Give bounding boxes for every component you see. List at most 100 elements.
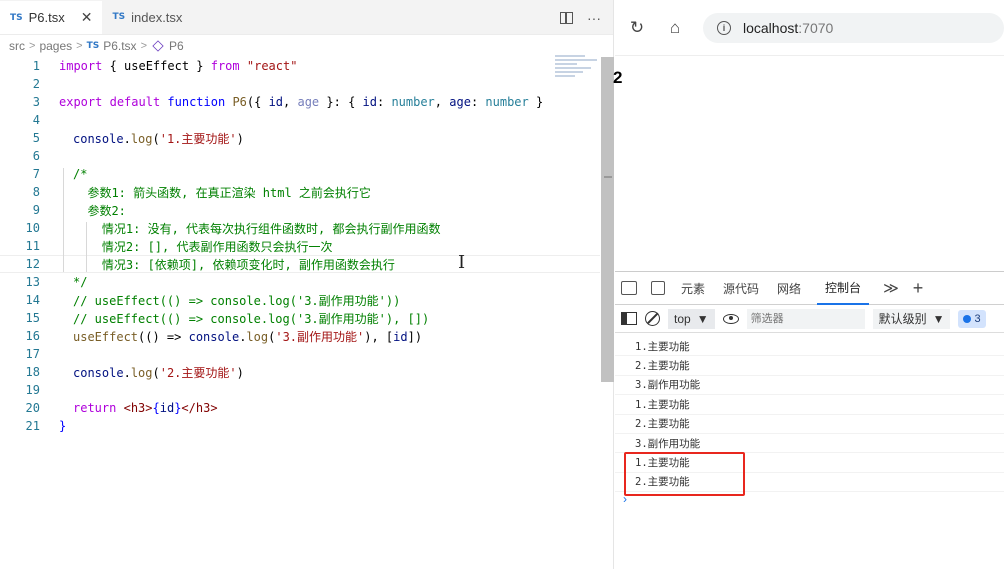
code-text: console.log('2.主要功能') xyxy=(73,365,244,380)
code-line: 18 console.log('2.主要功能') xyxy=(0,363,600,381)
code-line: 9 参数2: xyxy=(0,201,600,219)
code-text: // useEffect(() => console.log('3.副作用功能'… xyxy=(73,293,401,308)
device-toolbar-icon[interactable] xyxy=(651,281,665,295)
tab-sources[interactable]: 源代码 xyxy=(721,272,761,305)
clear-console-icon[interactable] xyxy=(645,311,660,326)
sidebar-toggle-icon[interactable] xyxy=(621,312,637,325)
chevron-right-icon: > xyxy=(29,40,36,52)
line-number: 5 xyxy=(32,131,40,145)
line-number: 20 xyxy=(25,401,40,415)
code-line: 16 useEffect(() => console.log('3.副作用功能'… xyxy=(0,327,600,345)
line-number: 17 xyxy=(25,347,40,361)
code-text: } xyxy=(59,419,67,433)
issues-count: 3 xyxy=(974,312,981,325)
indent-guide xyxy=(63,168,64,272)
inspect-element-icon[interactable] xyxy=(621,281,637,295)
issues-badge[interactable]: 3 xyxy=(958,309,986,328)
line-number: 15 xyxy=(25,311,40,325)
code-line-current: 12 情况3: [依赖项], 依赖项变化时, 副作用函数会执行 xyxy=(0,255,600,273)
devtools-panel: 元素 源代码 网络 控制台 ≫ + top ▼ 默认级别 ▼ 3 xyxy=(615,271,1004,569)
scrollbar-marker xyxy=(604,176,612,178)
url-field[interactable]: i localhost:7070 xyxy=(703,12,1004,43)
line-number: 11 xyxy=(25,239,40,253)
breadcrumb-item[interactable]: P6 xyxy=(169,39,184,53)
code-editor[interactable]: TS P6.tsx ✕ TS index.tsx ··· src > pages… xyxy=(0,0,614,569)
code-text: useEffect(() => console.log('3.副作用功能'), … xyxy=(73,329,423,344)
filter-input[interactable] xyxy=(746,308,865,329)
breadcrumb-item[interactable]: src xyxy=(9,39,25,53)
tab-network[interactable]: 网络 xyxy=(775,272,803,305)
line-number: 13 xyxy=(25,275,40,289)
line-number: 7 xyxy=(32,167,40,181)
dropdown-arrow-icon: ▼ xyxy=(696,311,709,326)
line-number: 16 xyxy=(25,329,40,343)
tab-console[interactable]: 控制台 xyxy=(817,272,870,305)
code-line: 10 情况1: 没有, 代表每次执行组件函数时, 都会执行副作用函数 xyxy=(0,219,600,237)
console-message: 1.主要功能 xyxy=(615,337,1004,357)
live-expression-icon[interactable] xyxy=(722,313,739,324)
code-line: 2 xyxy=(0,75,600,93)
code-line: 20 return <h3>{id}</h3> xyxy=(0,399,600,417)
code-line: 13 */ xyxy=(0,273,600,291)
console-message: 3.副作用功能 xyxy=(615,376,1004,396)
code-text: 参数2: xyxy=(73,203,126,218)
code-line: 5 console.log('1.主要功能') xyxy=(0,129,600,147)
code-line: 1 import { useEffect } from "react" xyxy=(0,57,600,75)
tab-index[interactable]: TS index.tsx xyxy=(102,0,192,34)
line-number: 18 xyxy=(25,365,40,379)
code-line: 8 参数1: 箭头函数, 在真正渲染 html 之前会执行它 xyxy=(0,183,600,201)
breadcrumb: src > pages > TS P6.tsx > P6 xyxy=(0,35,613,57)
editor-tabbar: TS P6.tsx ✕ TS index.tsx ··· xyxy=(0,0,613,35)
annotation-highlight-box xyxy=(624,452,745,496)
line-number: 9 xyxy=(32,203,40,217)
page-heading: 2 xyxy=(613,68,623,87)
more-actions-icon[interactable]: ··· xyxy=(587,10,601,26)
code-text: 情况1: 没有, 代表每次执行组件函数时, 都会执行副作用函数 xyxy=(73,221,441,236)
add-tab-icon[interactable]: + xyxy=(913,278,924,299)
line-number: 12 xyxy=(25,257,40,271)
tab-p6[interactable]: TS P6.tsx ✕ xyxy=(0,0,103,34)
code-line: 21 } xyxy=(0,417,600,435)
line-number: 21 xyxy=(25,419,40,433)
code-text: 情况3: [依赖项], 依赖项变化时, 副作用函数会执行 xyxy=(73,257,395,272)
tab-elements[interactable]: 元素 xyxy=(679,272,707,305)
log-level-value: 默认级别 xyxy=(878,312,927,326)
browser-window: ↻ ⌂ i localhost:7070 2 元素 源代码 网络 控制台 ≫ +… xyxy=(613,0,1004,569)
editor-scrollbar[interactable] xyxy=(601,57,614,382)
minimap[interactable] xyxy=(555,55,600,85)
indent-guide xyxy=(86,222,87,272)
code-text: export default function P6({ id, age }: … xyxy=(59,95,544,109)
line-number: 6 xyxy=(32,149,40,163)
code-text: return <h3>{id}</h3> xyxy=(73,401,218,415)
close-icon[interactable]: ✕ xyxy=(81,9,93,26)
log-level-select[interactable]: 默认级别 ▼ xyxy=(872,308,951,329)
home-icon[interactable]: ⌂ xyxy=(665,18,685,38)
context-select[interactable]: top ▼ xyxy=(668,308,715,329)
tab-label: P6.tsx xyxy=(28,10,65,25)
code-text: 情况2: [], 代表副作用函数只会执行一次 xyxy=(73,239,333,254)
info-icon[interactable]: i xyxy=(717,20,731,35)
line-number: 19 xyxy=(25,383,40,397)
dropdown-arrow-icon: ▼ xyxy=(932,311,945,326)
more-tabs-icon[interactable]: ≫ xyxy=(883,279,899,297)
code-line: 6 xyxy=(0,147,600,165)
code-line: 7 /* xyxy=(0,165,600,183)
code-line: 4 xyxy=(0,111,600,129)
code-line: 19 xyxy=(0,381,600,399)
breadcrumb-item[interactable]: P6.tsx xyxy=(103,39,136,53)
code-text: */ xyxy=(73,275,88,289)
text-cursor-icon: I xyxy=(458,252,466,273)
code-area[interactable]: 1 import { useEffect } from "react" 2 3 … xyxy=(0,57,600,435)
console-message: 2.主要功能 xyxy=(615,415,1004,434)
code-line: 15 // useEffect(() => console.log('3.副作用… xyxy=(0,309,600,327)
line-number: 1 xyxy=(32,59,40,73)
chevron-right-icon: > xyxy=(140,40,147,52)
reload-icon[interactable]: ↻ xyxy=(627,18,647,38)
tab-label: index.tsx xyxy=(131,9,183,25)
typescript-icon: TS xyxy=(10,12,23,23)
typescript-icon: TS xyxy=(112,12,126,22)
split-editor-icon[interactable] xyxy=(560,11,573,24)
code-text: /* xyxy=(73,167,88,181)
code-text: 参数1: 箭头函数, 在真正渲染 html 之前会执行它 xyxy=(73,185,371,200)
breadcrumb-item[interactable]: pages xyxy=(39,39,72,53)
